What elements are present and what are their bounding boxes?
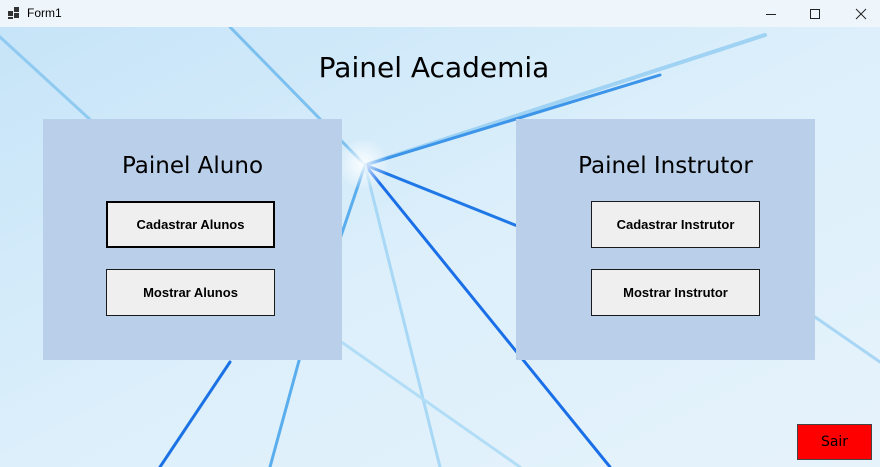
cadastrar-instrutor-button[interactable]: Cadastrar Instrutor bbox=[591, 201, 760, 248]
cadastrar-alunos-button[interactable]: Cadastrar Alunos bbox=[106, 201, 275, 248]
panel-instrutor-title: Painel Instrutor bbox=[578, 153, 753, 179]
panel-aluno-title: Painel Aluno bbox=[121, 153, 264, 179]
panel-aluno: Painel Aluno Cadastrar Alunos Mostrar Al… bbox=[43, 119, 342, 360]
maximize-button[interactable] bbox=[792, 0, 838, 27]
close-button[interactable] bbox=[838, 0, 880, 27]
panel-instrutor: Painel Instrutor Cadastrar Instrutor Mos… bbox=[516, 119, 815, 360]
close-icon bbox=[855, 8, 867, 19]
minimize-button[interactable] bbox=[748, 0, 794, 27]
minimize-icon bbox=[766, 13, 776, 15]
page-title: Painel Academia bbox=[318, 51, 550, 84]
title-bar: Form1 bbox=[0, 0, 880, 27]
mostrar-alunos-button[interactable]: Mostrar Alunos bbox=[106, 269, 275, 316]
maximize-icon bbox=[810, 8, 820, 19]
mostrar-instrutor-button[interactable]: Mostrar Instrutor bbox=[591, 269, 760, 316]
app-icon bbox=[8, 7, 20, 19]
form-client-area: Painel Academia Painel Aluno Cadastrar A… bbox=[0, 27, 880, 467]
window-title: Form1 bbox=[27, 6, 62, 20]
exit-button[interactable]: Sair bbox=[797, 424, 872, 460]
